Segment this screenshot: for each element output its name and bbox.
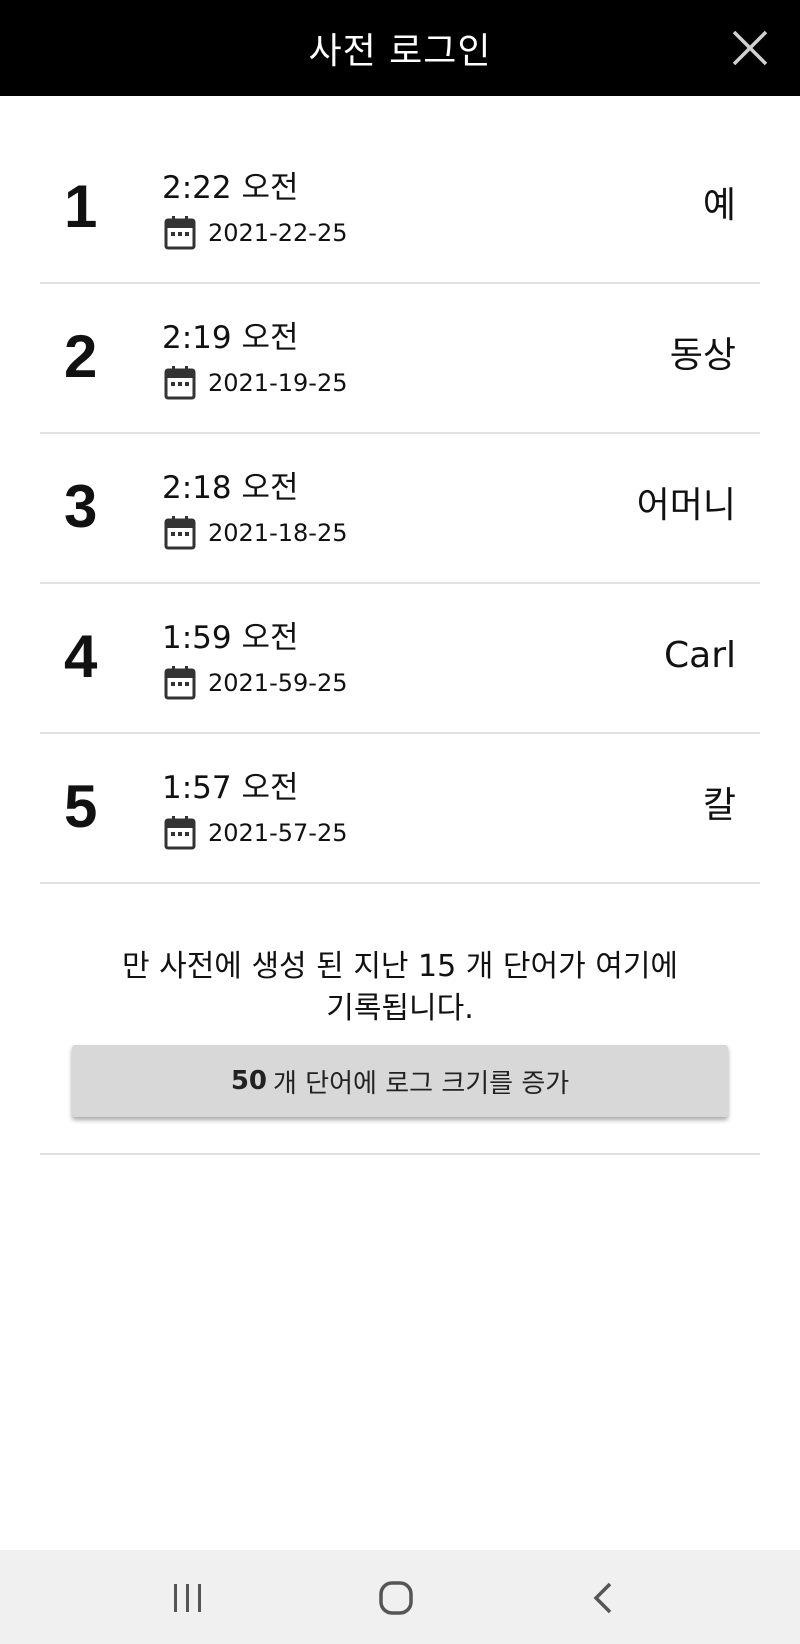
back-icon[interactable] bbox=[578, 1572, 630, 1624]
system-nav-bar bbox=[0, 1550, 800, 1644]
log-entry-3[interactable]: 3 2:18 오전 2021-18-25 어머니 bbox=[40, 434, 760, 584]
entry-date: 2021-22-25 bbox=[208, 219, 348, 247]
entry-number: 4 bbox=[64, 623, 98, 690]
divider bbox=[40, 1153, 760, 1155]
entry-word: 어머니 bbox=[636, 485, 736, 526]
entry-date-row: 2021-19-25 bbox=[164, 366, 347, 400]
log-entry-4[interactable]: 4 1:59 오전 2021-59-25 Carl bbox=[40, 584, 760, 734]
entry-date-row: 2021-22-25 bbox=[164, 216, 347, 250]
entry-word: Carl bbox=[664, 635, 736, 676]
button-number: 50 bbox=[230, 1066, 267, 1096]
entry-number: 2 bbox=[64, 323, 98, 390]
log-entry-1[interactable]: 1 2:22 오전 2021-22-25 예 bbox=[40, 134, 760, 284]
entry-time: 2:22 오전 bbox=[162, 170, 299, 206]
recent-apps-icon[interactable] bbox=[162, 1572, 214, 1624]
entry-number: 5 bbox=[64, 773, 98, 840]
entry-number: 1 bbox=[64, 173, 98, 240]
calendar-icon bbox=[164, 366, 196, 400]
calendar-icon bbox=[164, 666, 196, 700]
button-label: 개 단어에 로그 크기를 증가 bbox=[273, 1068, 570, 1099]
calendar-icon bbox=[164, 216, 196, 250]
entry-time: 2:18 오전 bbox=[162, 470, 299, 506]
home-icon[interactable] bbox=[370, 1572, 422, 1624]
entry-word: 칼 bbox=[702, 785, 736, 826]
app-header: 사전 로그인 bbox=[0, 0, 800, 96]
info-line-2: 기록됩니다. bbox=[326, 991, 474, 1026]
entry-number: 3 bbox=[64, 473, 98, 540]
info-line-1: 만 사전에 생성 된 지난 15 개 단어가 여기에 bbox=[121, 949, 679, 984]
increase-log-size-button[interactable]: 50 개 단어에 로그 크기를 증가 bbox=[72, 1045, 728, 1117]
entry-date-row: 2021-57-25 bbox=[164, 816, 347, 850]
info-text: 만 사전에 생성 된 지난 15 개 단어가 여기에 기록됩니다. bbox=[40, 946, 760, 1030]
entry-date-row: 2021-18-25 bbox=[164, 516, 347, 550]
page-title: 사전 로그인 bbox=[308, 31, 492, 72]
calendar-icon bbox=[164, 516, 196, 550]
entry-time: 2:19 오전 bbox=[162, 320, 299, 356]
log-entry-5[interactable]: 5 1:57 오전 2021-57-25 칼 bbox=[40, 734, 760, 884]
entry-date: 2021-18-25 bbox=[208, 519, 348, 547]
calendar-icon bbox=[164, 816, 196, 850]
entry-word: 예 bbox=[702, 185, 736, 226]
close-icon[interactable] bbox=[730, 28, 770, 68]
entry-time: 1:59 오전 bbox=[162, 620, 299, 656]
log-entry-2[interactable]: 2 2:19 오전 2021-19-25 동상 bbox=[40, 284, 760, 434]
entry-time: 1:57 오전 bbox=[162, 770, 299, 806]
entry-date-row: 2021-59-25 bbox=[164, 666, 347, 700]
entry-word: 동상 bbox=[669, 335, 736, 376]
entry-date: 2021-19-25 bbox=[208, 369, 348, 397]
entry-date: 2021-57-25 bbox=[208, 819, 348, 847]
log-list: 1 2:22 오전 2021-22-25 예 2 2:19 오전 2021-19… bbox=[40, 134, 760, 884]
entry-date: 2021-59-25 bbox=[208, 669, 348, 697]
